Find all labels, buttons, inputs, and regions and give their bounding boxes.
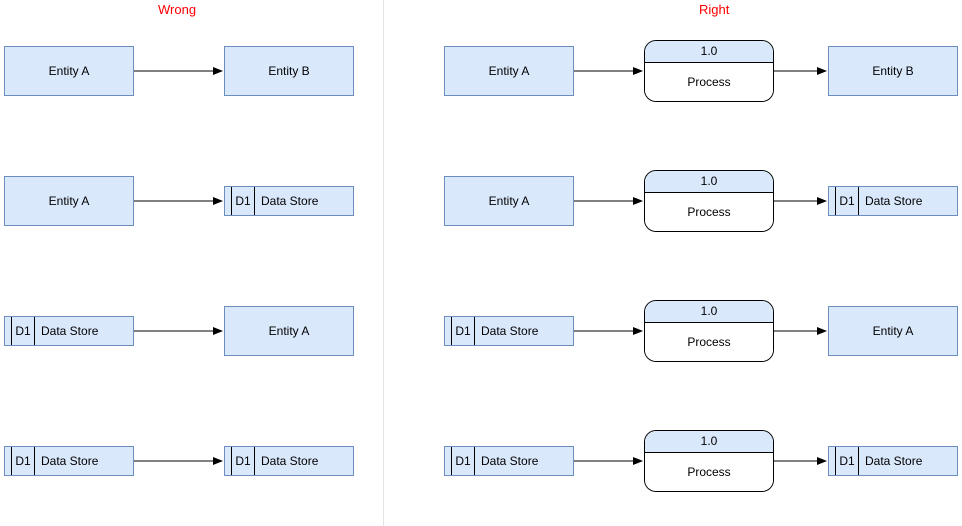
datastore-id: D1	[12, 317, 35, 345]
entity-a: Entity A	[444, 46, 574, 96]
entity-a: Entity A	[828, 306, 958, 356]
datastore-id: D1	[836, 187, 859, 215]
datastore: D1 Data Store	[224, 446, 354, 476]
arrow	[134, 66, 224, 76]
entity-b: Entity B	[828, 46, 958, 96]
process: 1.0 Process	[644, 40, 774, 102]
datastore: D1 Data Store	[4, 316, 134, 346]
entity-a: Entity A	[4, 46, 134, 96]
datastore: D1 Data Store	[224, 186, 354, 216]
datastore-id: D1	[12, 447, 35, 475]
datastore: D1 Data Store	[444, 446, 574, 476]
datastore-id: D1	[232, 447, 255, 475]
datastore-label: Data Store	[35, 447, 133, 475]
arrow	[134, 326, 224, 336]
process-id: 1.0	[645, 431, 773, 453]
datastore: D1 Data Store	[4, 446, 134, 476]
arrow	[574, 326, 644, 336]
entity-label: Entity A	[269, 324, 310, 338]
entity-label: Entity B	[872, 64, 913, 78]
arrow	[574, 66, 644, 76]
heading-wrong: Wrong	[158, 2, 196, 17]
process: 1.0 Process	[644, 430, 774, 492]
process-id: 1.0	[645, 301, 773, 323]
process-id: 1.0	[645, 171, 773, 193]
column-divider	[383, 0, 384, 526]
datastore-spacer	[225, 447, 232, 475]
datastore-spacer	[445, 447, 452, 475]
datastore: D1 Data Store	[828, 446, 958, 476]
entity-label: Entity A	[49, 194, 90, 208]
datastore-spacer	[225, 187, 232, 215]
arrow	[774, 66, 828, 76]
process: 1.0 Process	[644, 170, 774, 232]
datastore-id: D1	[232, 187, 255, 215]
entity-a: Entity A	[4, 176, 134, 226]
process-label: Process	[687, 205, 730, 219]
datastore-spacer	[445, 317, 452, 345]
entity-label: Entity A	[489, 64, 530, 78]
process: 1.0 Process	[644, 300, 774, 362]
entity-label: Entity A	[49, 64, 90, 78]
arrow	[134, 456, 224, 466]
heading-right: Right	[699, 2, 729, 17]
datastore-id: D1	[452, 317, 475, 345]
arrow	[574, 196, 644, 206]
datastore-spacer	[5, 317, 12, 345]
datastore-label: Data Store	[35, 317, 133, 345]
datastore-label: Data Store	[475, 317, 573, 345]
diagram-canvas: Wrong Right Entity A Entity B Entity A D…	[0, 0, 962, 526]
datastore: D1 Data Store	[444, 316, 574, 346]
process-label: Process	[687, 465, 730, 479]
process-label: Process	[687, 75, 730, 89]
process-label: Process	[687, 335, 730, 349]
entity-a: Entity A	[224, 306, 354, 356]
arrow	[774, 326, 828, 336]
process-id: 1.0	[645, 41, 773, 63]
datastore-label: Data Store	[255, 187, 353, 215]
entity-b: Entity B	[224, 46, 354, 96]
datastore-spacer	[829, 447, 836, 475]
datastore-spacer	[829, 187, 836, 215]
entity-a: Entity A	[444, 176, 574, 226]
datastore-label: Data Store	[859, 187, 957, 215]
datastore-spacer	[5, 447, 12, 475]
entity-label: Entity B	[268, 64, 309, 78]
arrow	[574, 456, 644, 466]
datastore-label: Data Store	[859, 447, 957, 475]
entity-label: Entity A	[489, 194, 530, 208]
arrow	[774, 456, 828, 466]
datastore-label: Data Store	[255, 447, 353, 475]
datastore-label: Data Store	[475, 447, 573, 475]
arrow	[774, 196, 828, 206]
datastore-id: D1	[452, 447, 475, 475]
arrow	[134, 196, 224, 206]
datastore: D1 Data Store	[828, 186, 958, 216]
entity-label: Entity A	[873, 324, 914, 338]
datastore-id: D1	[836, 447, 859, 475]
